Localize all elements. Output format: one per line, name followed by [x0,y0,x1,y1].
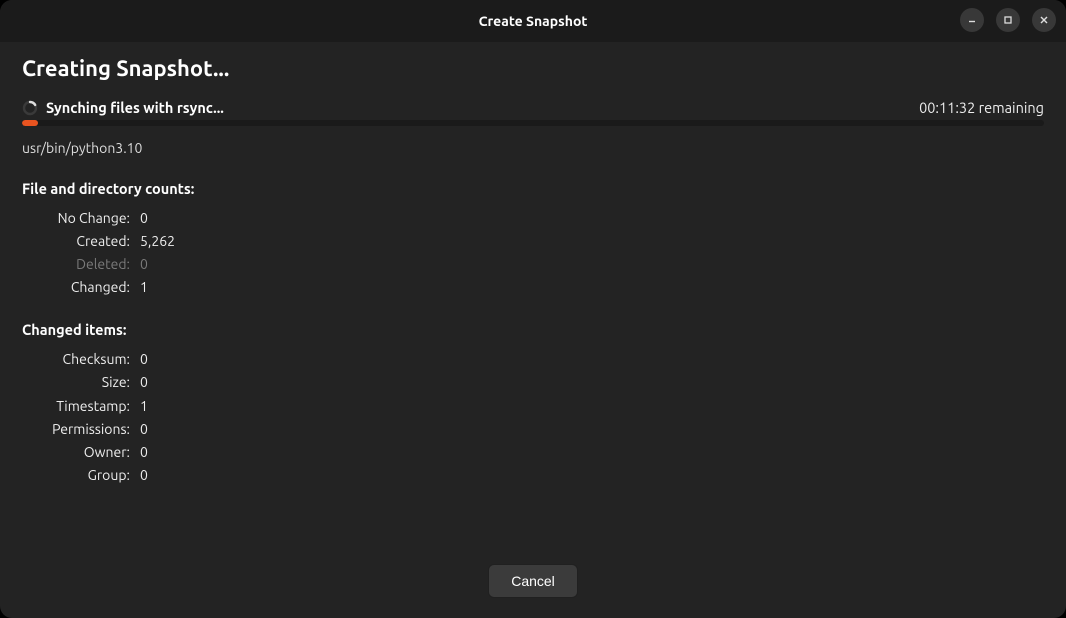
close-button[interactable] [1032,8,1056,32]
kv-row: Owner:0 [22,441,1044,464]
kv-value: 1 [140,276,148,299]
kv-row: Checksum:0 [22,348,1044,371]
kv-label: Changed: [22,276,140,299]
kv-value: 0 [140,371,148,394]
cancel-button[interactable]: Cancel [488,564,578,598]
kv-row: Permissions:0 [22,418,1044,441]
kv-row: Created:5,262 [22,230,1044,253]
kv-value: 0 [140,464,148,487]
maximize-icon [1003,15,1013,25]
kv-label: Checksum: [22,348,140,371]
file-counts-table: No Change:0Created:5,262Deleted:0Changed… [22,207,1044,299]
time-remaining: 00:11:32 remaining [919,99,1044,116]
kv-label: Timestamp: [22,395,140,418]
kv-row: Size:0 [22,371,1044,394]
kv-row: No Change:0 [22,207,1044,230]
kv-label: Created: [22,230,140,253]
kv-label: Size: [22,371,140,394]
maximize-button[interactable] [996,8,1020,32]
status-text: Synching files with rsync... [46,99,224,116]
kv-value: 0 [140,441,148,464]
kv-value: 5,262 [140,230,175,253]
status-left: Synching files with rsync... [22,99,224,116]
progress-bar [22,120,1044,126]
dialog-footer: Cancel [22,564,1044,600]
kv-value: 0 [140,207,148,230]
minimize-button[interactable] [960,8,984,32]
kv-label: Owner: [22,441,140,464]
kv-row: Deleted:0 [22,253,1044,276]
kv-value: 0 [140,348,148,371]
kv-row: Group:0 [22,464,1044,487]
changed-items-table: Checksum:0Size:0Timestamp:1Permissions:0… [22,348,1044,487]
status-row: Synching files with rsync... 00:11:32 re… [22,99,1044,116]
page-title: Creating Snapshot... [22,56,1044,81]
dialog-content: Creating Snapshot... Synching files with… [0,42,1066,618]
file-counts-title: File and directory counts: [22,180,1044,197]
window-title: Create Snapshot [479,13,588,29]
kv-label: Group: [22,464,140,487]
current-file-path: usr/bin/python3.10 [22,140,1044,156]
kv-value: 0 [140,253,148,276]
kv-value: 0 [140,418,148,441]
progress-fill [22,120,38,126]
window-controls [960,8,1056,32]
kv-label: Permissions: [22,418,140,441]
kv-row: Timestamp:1 [22,395,1044,418]
close-icon [1039,15,1049,25]
kv-label: No Change: [22,207,140,230]
changed-items-title: Changed items: [22,321,1044,338]
kv-row: Changed:1 [22,276,1044,299]
titlebar: Create Snapshot [0,0,1066,42]
kv-value: 1 [140,395,148,418]
dialog-window: Create Snapshot Creating Snapshot... Syn… [0,0,1066,618]
kv-label: Deleted: [22,253,140,276]
spinner-icon [22,100,38,116]
minimize-icon [967,15,977,25]
